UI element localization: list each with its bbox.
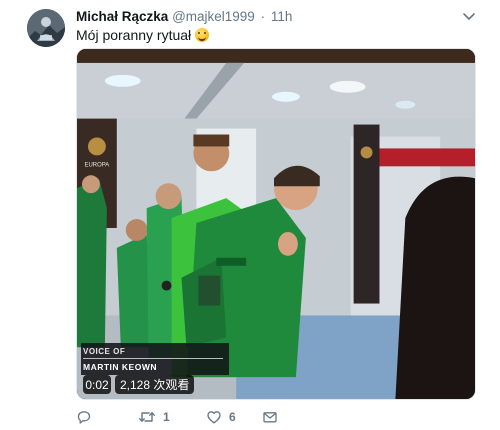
- tweet-text-body: Mój poranny rytuał: [76, 27, 192, 43]
- envelope-icon: [263, 412, 277, 423]
- video-duration: 0:02: [83, 375, 111, 394]
- caption-subtitle: MARTIN KEOWN: [83, 362, 157, 372]
- smiling-face-icon: [195, 28, 210, 42]
- caption-divider: [83, 358, 223, 359]
- tweet-timestamp[interactable]: 11h: [271, 9, 293, 24]
- author-handle[interactable]: @majkel1999: [172, 9, 255, 24]
- video-view-count: 2,128 次观看: [115, 375, 195, 394]
- tweet-card[interactable]: Michał Rączka @majkel1999 · 11h Mój pora…: [0, 0, 500, 430]
- like-count: 6: [229, 410, 236, 424]
- tweet-actions: 1 6: [76, 408, 476, 426]
- avatar[interactable]: [27, 9, 65, 47]
- heart-icon: [207, 411, 221, 424]
- tweet-text: Mój poranny rytuał: [76, 27, 210, 43]
- svg-text:EUROPA: EUROPA: [85, 162, 110, 168]
- retweet-count: 1: [163, 410, 170, 424]
- video-player[interactable]: EUROPA VOICE OF MARTIN KEOWN 0:02 2,128 …: [76, 48, 476, 400]
- like-button[interactable]: 6: [206, 408, 236, 426]
- retweet-icon: [139, 412, 155, 422]
- direct-message-button[interactable]: [262, 408, 278, 426]
- retweet-button[interactable]: 1: [138, 408, 170, 426]
- separator-dot: ·: [260, 9, 266, 24]
- chevron-down-icon[interactable]: [462, 10, 476, 24]
- reply-button[interactable]: [76, 408, 99, 426]
- caption-title: VOICE OF: [83, 347, 126, 356]
- author-name[interactable]: Michał Rączka: [76, 9, 168, 24]
- reply-icon: [77, 411, 91, 424]
- tweet-header: Michał Rączka @majkel1999 · 11h: [76, 9, 292, 24]
